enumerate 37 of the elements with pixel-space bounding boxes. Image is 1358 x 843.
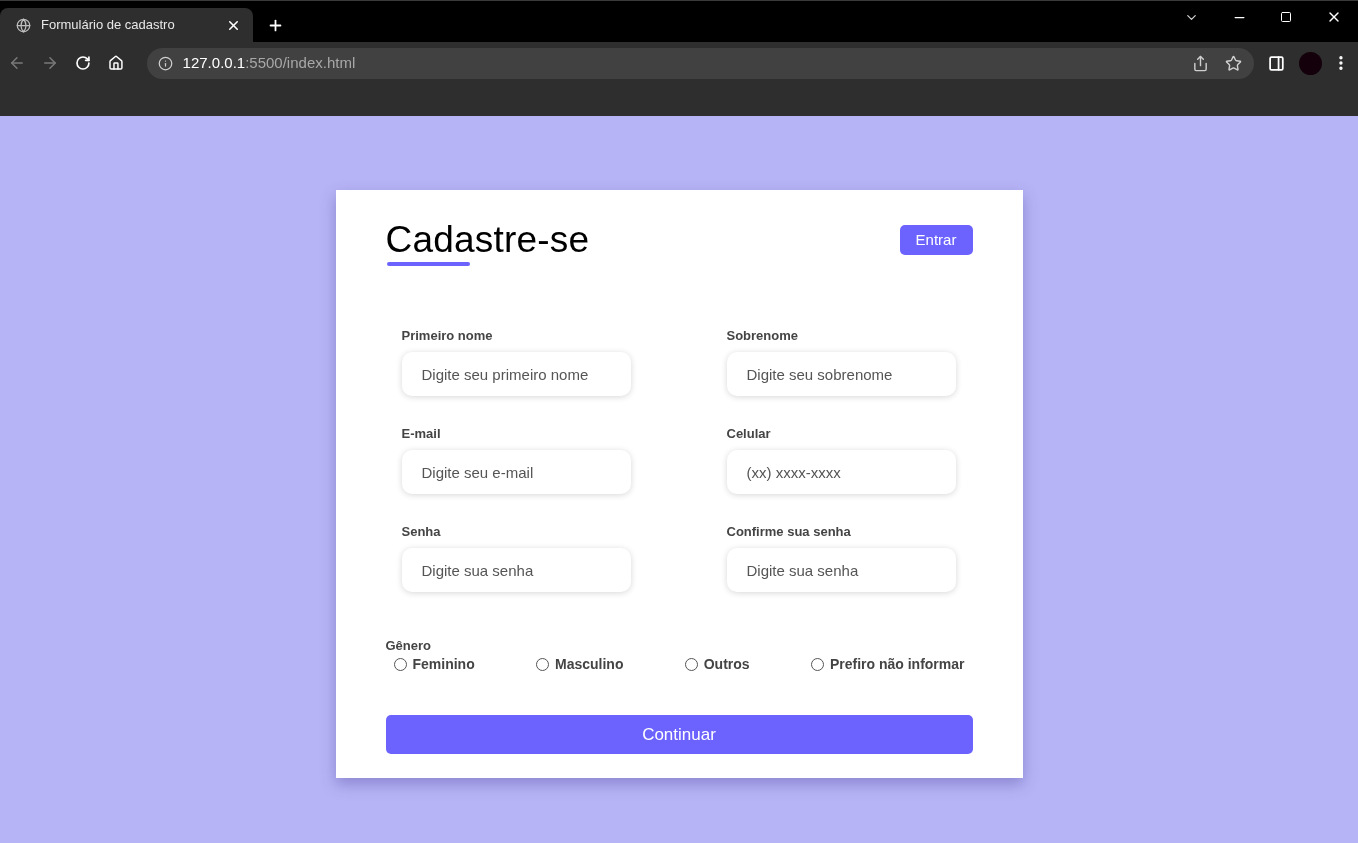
browser-tab[interactable]: Formulário de cadastro [0,8,253,42]
radio-label[interactable]: Masculino [555,655,624,673]
text-input-field[interactable]: Digite sua senha [726,548,956,592]
address-bar[interactable]: 127.0.0.1:5500/index.html [146,47,1255,79]
tab-title: Formulário de cadastro [41,16,176,35]
field-label: Primeiro nome [401,328,493,344]
field-label: Celular [726,426,771,442]
continue-button[interactable]: Continuar [385,715,973,754]
text-input-field[interactable]: (xx) xxxx-xxxx [726,450,956,494]
url-text: 127.0.0.1:5500/index.html [182,52,356,73]
maximize-icon[interactable] [1280,11,1292,23]
text-input-field[interactable]: Digite seu e-mail [401,450,631,494]
reload-icon[interactable] [74,55,91,71]
text-input-field[interactable]: Digite seu primeiro nome [401,352,631,396]
radio-button[interactable] [393,657,407,671]
info-icon[interactable] [157,55,173,71]
radio-label[interactable]: Prefiro não informar [829,655,965,673]
page-title: Cadastre-se [385,220,590,260]
home-icon[interactable] [107,55,124,71]
radio-button[interactable] [684,657,698,671]
bookmark-star-icon[interactable] [1225,54,1243,72]
radio-button[interactable] [810,657,824,671]
field-label: Sobrenome [726,328,798,344]
radio-label[interactable]: Feminino [412,655,475,673]
field-label: Confirme sua senha [726,524,851,540]
text-input-field[interactable]: Digite sua senha [401,548,631,592]
radio-button[interactable] [536,657,549,671]
share-icon[interactable] [1192,54,1210,72]
field-label: Senha [401,524,441,540]
login-button[interactable]: Entrar [899,225,973,255]
side-panel-icon[interactable] [1268,54,1286,72]
field-label: E-mail [401,426,441,442]
radio-label[interactable]: Outros [703,655,750,673]
text-input-field[interactable]: Digite seu sobrenome [726,352,956,396]
gender-label: Gênero [385,638,431,654]
globe-icon [16,17,31,33]
back-icon[interactable] [8,54,26,72]
